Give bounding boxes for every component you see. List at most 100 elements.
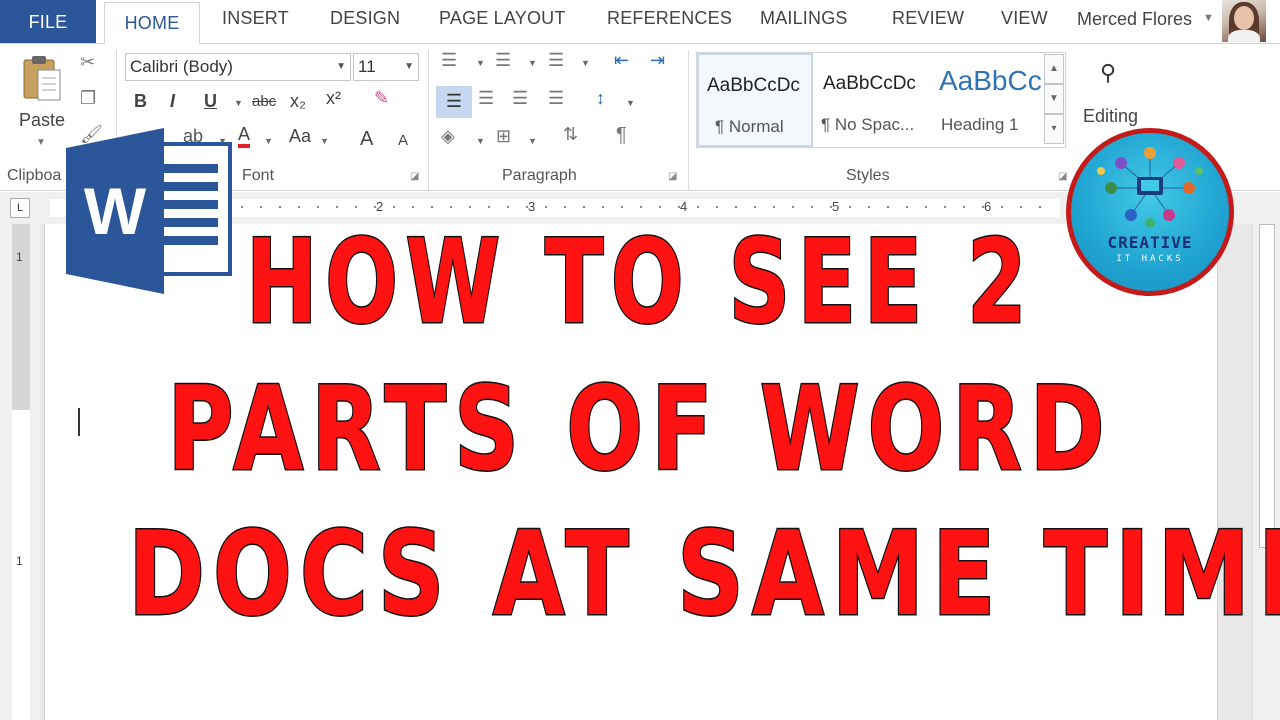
ruler-tick — [868, 206, 870, 208]
font-color-button[interactable]: A — [238, 124, 251, 148]
italic-button[interactable]: I — [170, 91, 175, 112]
shrink-font-button[interactable]: A — [398, 132, 408, 149]
cut-icon[interactable]: ✂ — [80, 52, 95, 73]
align-left-icon[interactable]: ☰ — [436, 86, 472, 118]
avatar-body — [1228, 30, 1260, 42]
paste-button[interactable]: Paste — [19, 110, 65, 131]
borders-icon[interactable]: ⊞ — [496, 126, 511, 147]
chevron-down-icon[interactable]: ▼ — [1203, 12, 1214, 24]
ruler-tick — [336, 206, 338, 208]
chevron-down-icon: ▼ — [404, 61, 414, 72]
ruler-tick — [488, 206, 490, 208]
vertical-ruler[interactable]: 1 1 — [12, 224, 30, 720]
style-no-spacing[interactable]: AaBbCcDc ¶ No Spac... — [815, 53, 931, 147]
avatar[interactable] — [1222, 0, 1266, 42]
superscript-button[interactable]: x² — [326, 88, 341, 109]
clear-formatting-icon[interactable]: ✎ — [374, 88, 389, 109]
ruler-number: 3 — [528, 199, 536, 214]
ruler-tick — [963, 206, 965, 208]
change-case-button[interactable]: Aa — [289, 126, 311, 147]
ruler-tick — [754, 206, 756, 208]
ruler-tick — [944, 206, 946, 208]
line-spacing-icon[interactable]: ↕ — [596, 88, 605, 109]
align-center-icon[interactable]: ☰ — [478, 88, 494, 109]
tab-page-layout[interactable]: PAGE LAYOUT — [439, 8, 566, 29]
tab-insert[interactable]: INSERT — [222, 8, 289, 29]
dialog-launcher-icon[interactable]: ◪ — [1058, 171, 1067, 182]
ruler-tick — [583, 206, 585, 208]
find-binoculars-icon[interactable]: ⚲ — [1100, 60, 1116, 86]
ruler-tick — [241, 206, 243, 208]
tab-file[interactable]: FILE — [0, 0, 96, 44]
sort-icon[interactable]: ⇅ — [563, 124, 578, 145]
chevron-down-icon[interactable]: ▼ — [476, 136, 485, 146]
numbering-icon[interactable]: ☰ — [495, 50, 511, 71]
style-heading-1[interactable]: AaBbCc Heading 1 — [931, 53, 1041, 147]
style-name: ¶ No Spac... — [821, 115, 915, 134]
tab-view[interactable]: VIEW — [1001, 8, 1048, 29]
channel-badge: CREATIVE IT HACKS — [1066, 128, 1234, 296]
dialog-launcher-icon[interactable]: ◪ — [410, 171, 419, 182]
chevron-down-icon[interactable]: ▼ — [320, 136, 329, 146]
shading-icon[interactable]: ◈ — [441, 126, 455, 147]
multilevel-list-icon[interactable]: ☰ — [548, 50, 564, 71]
style-sample: AaBbCc — [939, 65, 1041, 96]
styles-scroll: ▲ ▼ ▾ — [1044, 54, 1064, 146]
vertical-scrollbar[interactable] — [1252, 224, 1280, 720]
subscript-button[interactable]: x₂ — [290, 91, 306, 112]
underline-button[interactable]: U — [204, 91, 217, 112]
tab-review[interactable]: REVIEW — [892, 8, 964, 29]
ruler-tick — [735, 206, 737, 208]
tab-home[interactable]: HOME — [104, 2, 200, 44]
align-right-icon[interactable]: ☰ — [512, 88, 528, 109]
ruler-tick — [279, 206, 281, 208]
chevron-down-icon[interactable]: ▼ — [626, 98, 635, 108]
increase-indent-icon[interactable]: ⇥ — [650, 50, 665, 71]
paste-clipboard-icon[interactable] — [22, 54, 62, 104]
font-group-label: Font — [242, 167, 275, 184]
chevron-down-icon[interactable]: ▼ — [36, 137, 46, 148]
chevron-down-icon[interactable]: ▼ — [234, 98, 243, 108]
chevron-up-icon[interactable]: ▲ — [1044, 54, 1064, 84]
decrease-indent-icon[interactable]: ⇤ — [614, 50, 629, 71]
ruler-tick — [887, 206, 889, 208]
chevron-down-icon[interactable]: ▼ — [528, 58, 537, 68]
tab-design[interactable]: DESIGN — [330, 8, 400, 29]
ruler-tick — [355, 206, 357, 208]
ruler-tick — [260, 206, 262, 208]
chevron-down-icon[interactable]: ▼ — [1044, 84, 1064, 114]
bullets-icon[interactable]: ☰ — [441, 50, 457, 71]
bold-button[interactable]: B — [134, 91, 147, 112]
scrollbar-thumb[interactable] — [1259, 224, 1275, 548]
ruler-tick — [773, 206, 775, 208]
ruler-tick — [849, 206, 851, 208]
ruler-tick — [298, 206, 300, 208]
chevron-down-icon[interactable]: ▼ — [476, 58, 485, 68]
more-styles-icon[interactable]: ▾ — [1044, 114, 1064, 144]
grow-font-button[interactable]: A — [360, 128, 373, 151]
font-family-select[interactable]: Calibri (Body) ▼ — [125, 53, 351, 81]
tab-mailings[interactable]: MAILINGS — [760, 8, 848, 29]
user-name[interactable]: Merced Flores — [1077, 9, 1192, 30]
svg-text:W: W — [84, 174, 147, 248]
font-family-value: Calibri (Body) — [130, 57, 233, 76]
ruler-tick — [526, 206, 528, 208]
justify-icon[interactable]: ☰ — [548, 88, 564, 109]
chevron-down-icon[interactable]: ▼ — [264, 136, 273, 146]
editing-button[interactable]: Editing — [1083, 106, 1138, 127]
ruler-tick — [906, 206, 908, 208]
copy-icon[interactable]: ❐ — [80, 88, 96, 109]
paragraph-group-label: Paragraph — [502, 167, 577, 184]
chevron-down-icon[interactable]: ▼ — [581, 58, 590, 68]
dialog-launcher-icon[interactable]: ◪ — [668, 171, 677, 182]
ruler-tick — [982, 206, 984, 208]
tab-references[interactable]: REFERENCES — [607, 8, 732, 29]
ruler-tick — [412, 206, 414, 208]
style-normal[interactable]: AaBbCcDc ¶ Normal — [697, 53, 813, 147]
chevron-down-icon[interactable]: ▼ — [528, 136, 537, 146]
show-formatting-icon[interactable]: ¶ — [616, 124, 627, 147]
vertical-ruler-area: 1 1 — [0, 224, 40, 720]
strikethrough-button[interactable]: abc — [252, 93, 276, 110]
font-size-select[interactable]: 11 ▼ — [353, 53, 419, 81]
tab-selector[interactable]: L — [10, 198, 30, 218]
